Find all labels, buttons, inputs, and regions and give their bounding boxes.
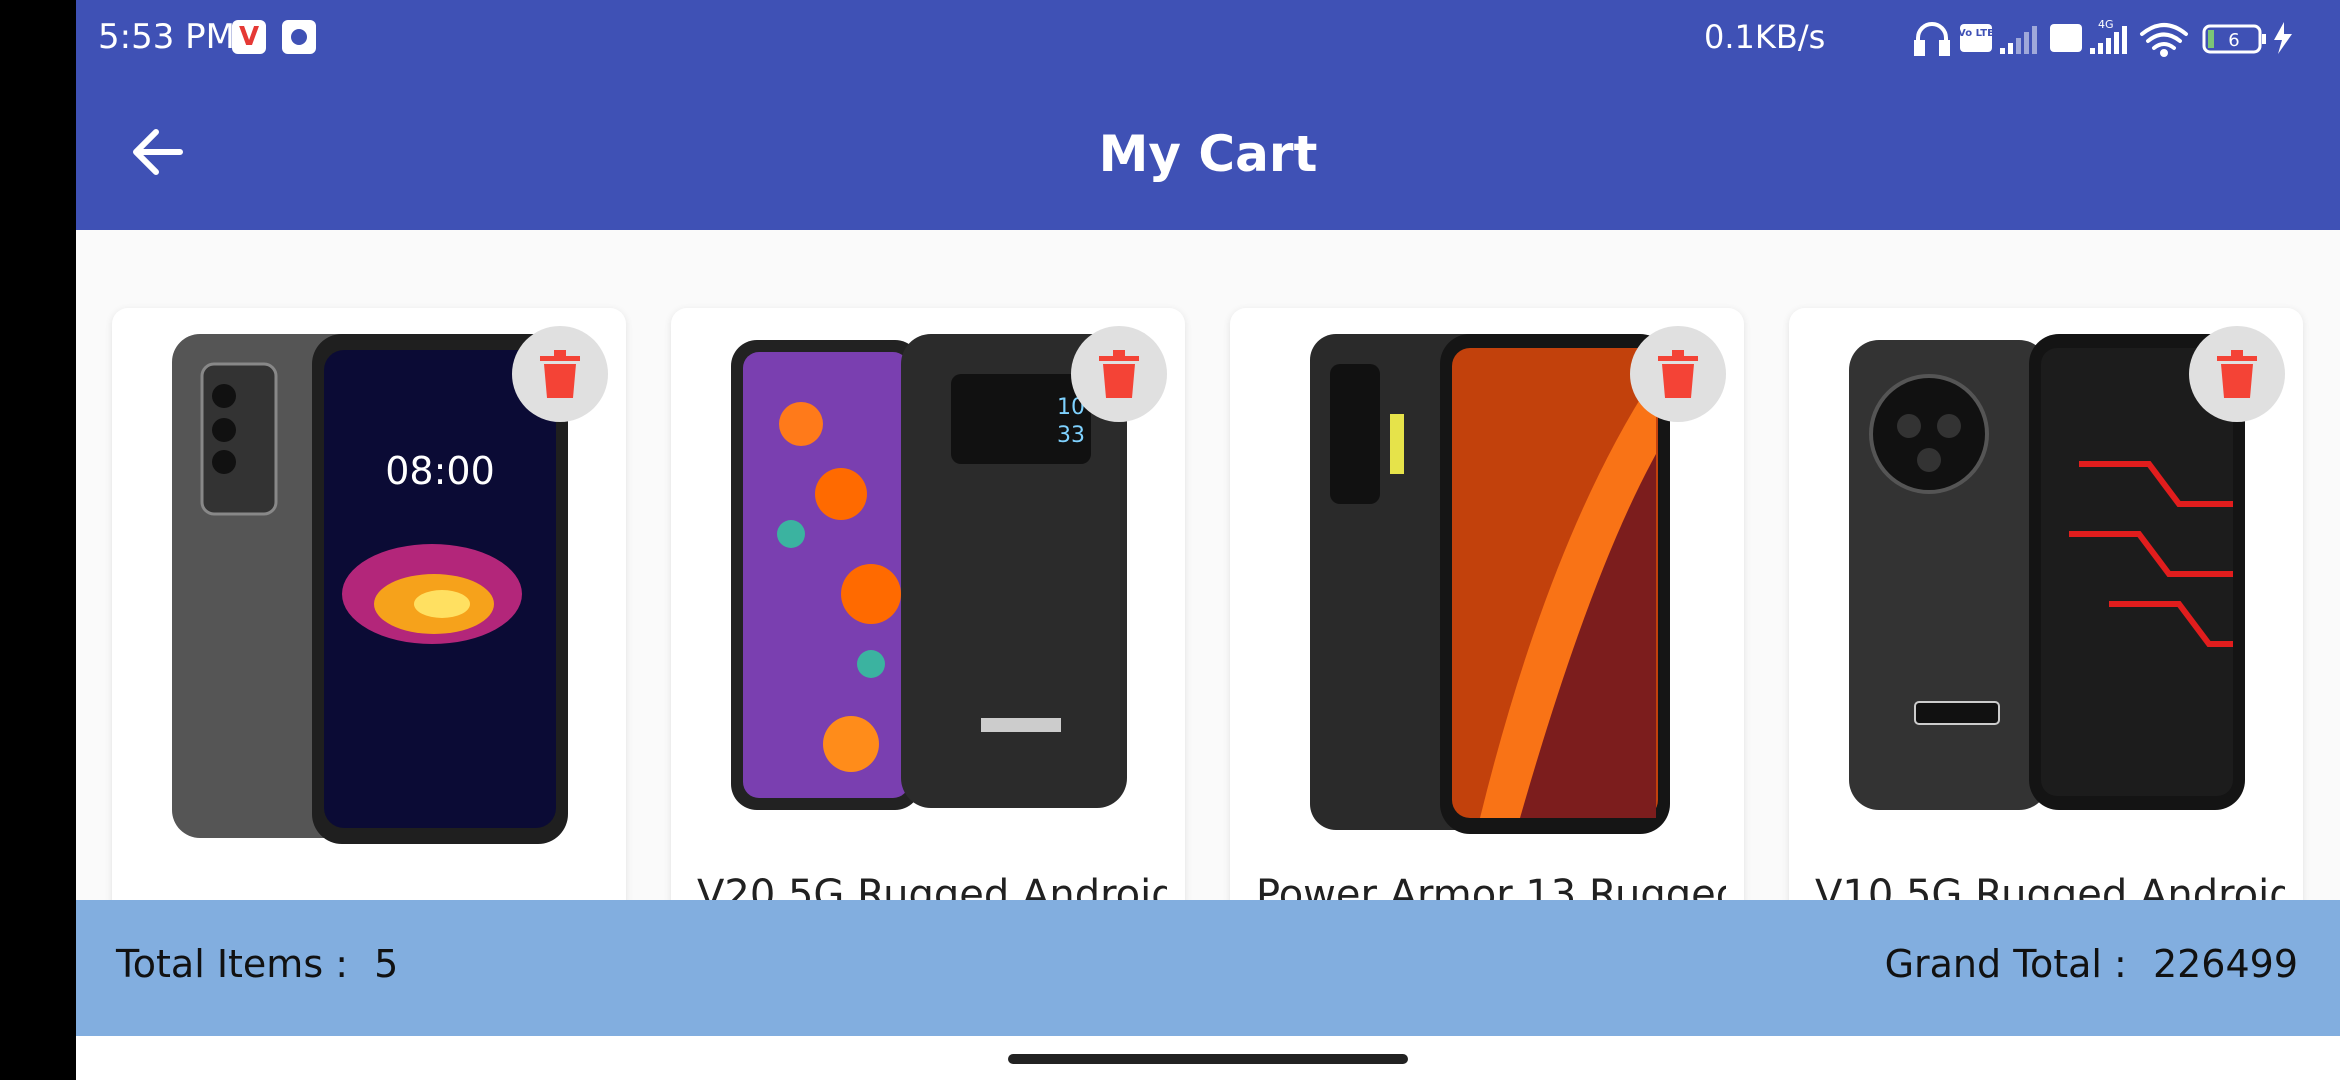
product-image: 10 33 [731,334,1127,810]
trash-icon [1658,350,1698,398]
cart-item-card[interactable]: 08:00 [112,308,626,900]
wifi-icon [2140,23,2188,57]
product-image [1310,334,1670,834]
product-title: Power Armor 13 Rugged [1256,872,1726,900]
signal-icon [2000,26,2037,54]
home-indicator[interactable] [1008,1054,1408,1064]
charging-icon [2274,22,2292,54]
svg-text:4G: 4G [2098,18,2114,31]
cart-item-list[interactable]: 08:00 10 33 V20 5G Rugged Android Power … [76,230,2340,900]
app-bar: My Cart [76,76,2340,230]
delete-button[interactable] [512,326,608,422]
cart-item-card[interactable]: Power Armor 13 Rugged [1230,308,1744,900]
delete-button[interactable] [2189,326,2285,422]
total-items-label: Total Items : [116,942,349,986]
page-title: My Cart [1098,125,1318,183]
volte-icon-2 [2050,24,2082,52]
cart-item-card[interactable]: V10 5G Rugged Android [1789,308,2303,900]
total-items-value: 5 [374,942,399,986]
battery-icon: 6 [2202,24,2266,54]
delete-button[interactable] [1071,326,1167,422]
grand-total: Grand Total : 226499 [1885,942,2298,986]
cart-summary-bar: Total Items : 5 Grand Total : 226499 [76,900,2340,1036]
status-icons: Vo LTE 4G 6 [1914,18,2292,57]
svg-text:08:00: 08:00 [385,449,495,493]
svg-text:6: 6 [2228,30,2239,51]
headphones-icon [1914,22,1950,56]
cart-item-card[interactable]: 10 33 V20 5G Rugged Android [671,308,1185,900]
network-speed: 0.1KB/s [1704,18,1826,56]
signal-4g-icon: 4G [2090,18,2127,54]
product-title: V20 5G Rugged Android [697,872,1167,900]
volte-icon: Vo LTE [1958,24,1994,52]
total-items: Total Items : 5 [116,942,398,986]
trash-icon [1099,350,1139,398]
navigation-bar [76,1036,2340,1080]
svg-text:Vo LTE: Vo LTE [1958,28,1994,39]
status-bar: 5:53 PM V 0.1KB/s Vo LTE 4G 6 [76,0,2340,76]
cart-screen: 5:53 PM V 0.1KB/s Vo LTE 4G 6 My Cart 08… [76,0,2340,1080]
trash-icon [540,350,580,398]
product-title: V10 5G Rugged Android [1815,872,2285,900]
product-image [1849,334,2245,810]
status-time: 5:53 PM [98,17,235,57]
svg-text:33: 33 [1057,423,1085,448]
settings-notification-icon [282,20,316,54]
delete-button[interactable] [1630,326,1726,422]
trash-icon [2217,350,2257,398]
grand-total-label: Grand Total : [1884,942,2127,986]
product-image: 08:00 [172,334,568,844]
video-app-notification-icon: V [232,20,266,54]
grand-total-value: 226499 [2152,942,2298,986]
